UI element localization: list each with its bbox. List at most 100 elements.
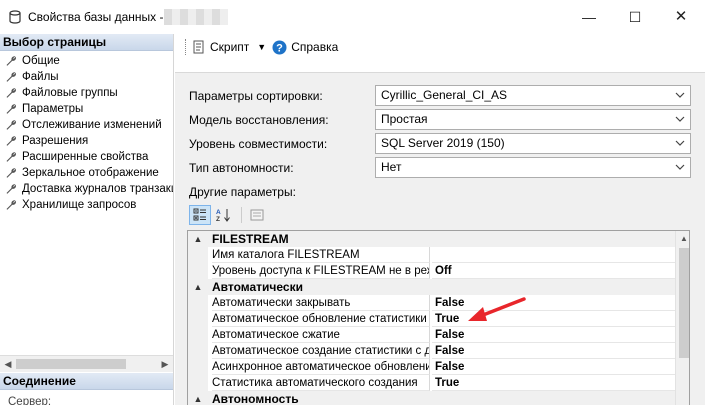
page-item-change-tracking[interactable]: Отслеживание изменений: [0, 117, 173, 133]
window-title: Свойства базы данных -: [28, 10, 164, 24]
property-row[interactable]: Статистика автоматического создания True: [188, 375, 675, 391]
connection-header: Соединение: [0, 373, 173, 390]
scroll-left-icon[interactable]: ◀: [3, 359, 13, 369]
compatibility-select[interactable]: SQL Server 2019 (150): [375, 133, 691, 154]
script-icon: [193, 40, 204, 54]
containment-select[interactable]: Нет: [375, 157, 691, 178]
wrench-icon: [6, 104, 17, 114]
server-label: Сервер:: [8, 396, 52, 405]
scrollbar-thumb[interactable]: [16, 359, 126, 369]
alphabetical-view-button[interactable]: A Z: [213, 205, 235, 225]
page-item-options[interactable]: Параметры: [0, 101, 173, 117]
wrench-icon: [6, 88, 17, 98]
close-button[interactable]: ✕: [666, 6, 696, 28]
toolbar-separator: [241, 207, 242, 223]
wrench-icon: [6, 152, 17, 162]
property-value[interactable]: False: [432, 295, 675, 311]
page-item-filegroups[interactable]: Файловые группы: [0, 85, 173, 101]
collation-select[interactable]: Cyrillic_General_CI_AS: [375, 85, 691, 106]
page-item-files[interactable]: Файлы: [0, 69, 173, 85]
property-grid-vertical-scrollbar[interactable]: ▲: [675, 231, 689, 405]
categorized-icon: [193, 208, 206, 221]
wrench-icon: [6, 56, 17, 66]
collapse-icon[interactable]: ▲: [188, 231, 208, 247]
scrollbar-thumb[interactable]: [679, 248, 689, 358]
property-value[interactable]: False: [432, 343, 675, 359]
collapse-icon[interactable]: ▲: [188, 279, 208, 295]
options-page: Параметры сортировки: Cyrillic_General_C…: [175, 72, 705, 405]
script-label: Скрипт: [210, 40, 250, 54]
property-row[interactable]: Асинхронное автоматическое обновление ст…: [188, 359, 675, 375]
category-automatic[interactable]: ▲ Автоматически: [188, 279, 675, 295]
chevron-down-icon: [675, 140, 685, 146]
property-value[interactable]: False: [432, 359, 675, 375]
svg-text:A: A: [216, 209, 221, 216]
scroll-right-icon[interactable]: ▶: [160, 359, 170, 369]
script-button[interactable]: Скрипт: [193, 40, 249, 54]
page-list-horizontal-scrollbar[interactable]: ◀ ▶: [0, 355, 173, 372]
property-row[interactable]: Автоматическое создание статистики с доб…: [188, 343, 675, 359]
page-selector-pane: Выбор страницы Общие Файлы Файловые груп…: [0, 34, 174, 405]
recovery-model-select[interactable]: Простая: [375, 109, 691, 130]
category-containment[interactable]: ▲ Автономность: [188, 391, 675, 405]
toolbar: Скрипт ▼ ? Справка: [175, 34, 705, 60]
svg-text:?: ?: [276, 42, 283, 54]
wrench-icon: [6, 120, 17, 130]
scroll-up-icon[interactable]: ▲: [679, 234, 689, 244]
category-filestream[interactable]: ▲ FILESTREAM: [188, 231, 675, 247]
property-value[interactable]: Off: [432, 263, 675, 279]
categorized-view-button[interactable]: [189, 205, 211, 225]
compatibility-row: Уровень совместимости: SQL Server 2019 (…: [189, 133, 691, 154]
property-grid: ▲ FILESTREAM Имя каталога FILESTREAM Уро…: [187, 230, 690, 405]
property-value[interactable]: True: [432, 311, 675, 327]
script-dropdown-icon[interactable]: ▼: [257, 42, 266, 52]
chevron-down-icon: [675, 92, 685, 98]
property-row[interactable]: Имя каталога FILESTREAM: [188, 247, 675, 263]
property-name: Уровень доступа к FILESTREAM не в режиме: [212, 263, 430, 279]
property-value[interactable]: False: [432, 327, 675, 343]
page-item-general[interactable]: Общие: [0, 53, 173, 69]
chevron-down-icon: [675, 116, 685, 122]
compatibility-label: Уровень совместимости:: [189, 137, 328, 151]
page-item-log-shipping[interactable]: Доставка журналов транзакций: [0, 181, 173, 197]
page-item-permissions[interactable]: Разрешения: [0, 133, 173, 149]
property-row-auto-update-statistics[interactable]: Автоматическое обновление статистики Tru…: [188, 311, 675, 327]
property-pages-button[interactable]: [246, 205, 268, 225]
property-name: Статистика автоматического создания: [212, 375, 430, 391]
wrench-icon: [6, 72, 17, 82]
page-list: Общие Файлы Файловые группы Параметры От…: [0, 51, 173, 213]
property-value[interactable]: [432, 247, 675, 263]
help-icon: ?: [272, 40, 287, 54]
page-item-extended-properties[interactable]: Расширенные свойства: [0, 149, 173, 165]
property-value[interactable]: True: [432, 375, 675, 391]
page-item-mirroring[interactable]: Зеркальное отображение: [0, 165, 173, 181]
wrench-icon: [6, 184, 17, 194]
property-pages-icon: [250, 209, 264, 221]
property-row[interactable]: Автоматическое сжатие False: [188, 327, 675, 343]
property-row[interactable]: Автоматически закрывать False: [188, 295, 675, 311]
help-label: Справка: [291, 40, 339, 54]
property-row[interactable]: Уровень доступа к FILESTREAM не в режиме…: [188, 263, 675, 279]
collapse-icon[interactable]: ▲: [188, 391, 208, 405]
page-item-query-store[interactable]: Хранилище запросов: [0, 197, 173, 213]
other-options-label: Другие параметры:: [189, 185, 296, 199]
help-button[interactable]: ? Справка: [272, 40, 338, 55]
wrench-icon: [6, 200, 17, 210]
property-grid-toolbar: A Z: [189, 205, 270, 225]
containment-label: Тип автономности:: [189, 161, 294, 175]
wrench-icon: [6, 168, 17, 178]
toolbar-grip: [185, 39, 188, 55]
property-name: Имя каталога FILESTREAM: [212, 247, 430, 263]
collation-label: Параметры сортировки:: [189, 89, 323, 103]
title-bar: Свойства базы данных - — ☐ ✕: [0, 0, 705, 34]
wrench-icon: [6, 136, 17, 146]
minimize-button[interactable]: —: [574, 6, 604, 28]
database-icon: [9, 10, 21, 24]
property-name: Автоматическое сжатие: [212, 327, 430, 343]
property-name: Автоматическое создание статистики с доб…: [212, 343, 430, 359]
recovery-model-label: Модель восстановления:: [189, 113, 329, 127]
chevron-down-icon: [675, 164, 685, 170]
maximize-button[interactable]: ☐: [620, 6, 650, 28]
sort-az-icon: A Z: [216, 209, 230, 222]
property-name: Автоматическое обновление статистики: [212, 311, 430, 327]
